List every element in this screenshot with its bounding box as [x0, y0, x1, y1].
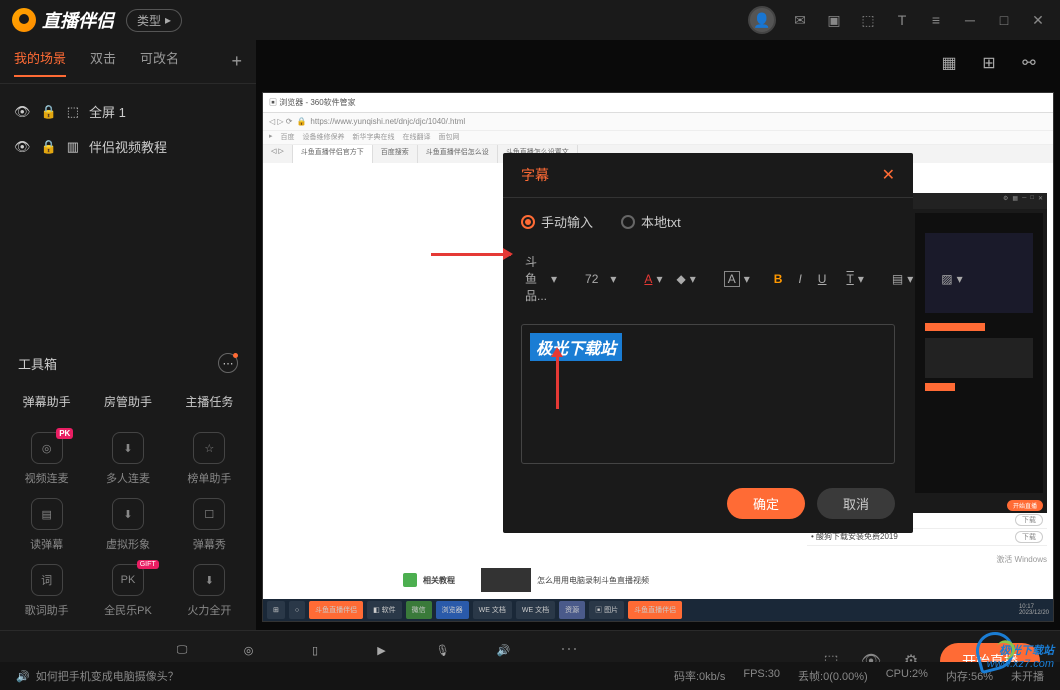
tool-danmu-assist[interactable]: 弹幕助手: [8, 389, 85, 414]
tab-my-scenes[interactable]: 我的场景: [14, 48, 66, 75]
scene-item-tutorial[interactable]: 👁🔒▥ 伴侣视频教程: [0, 129, 256, 164]
stat-drop: 丢帧:0(0.00%): [798, 668, 868, 684]
screen-icon[interactable]: ⬚: [858, 10, 878, 30]
annotation-arrow: [431, 253, 511, 256]
tab-rename: 可改名: [140, 48, 179, 75]
window-icon[interactable]: ⊞: [978, 52, 1000, 74]
italic-button[interactable]: I: [798, 272, 801, 286]
tool-room-assist[interactable]: 房管助手: [89, 389, 166, 414]
captured-taskbar: ⊞○ 斗鱼直播伴侣 ◧ 软件微信 浏览器WE 文档 WE 文档资源 ▣ 图片斗鱼…: [263, 599, 1053, 621]
close-icon[interactable]: ✕: [1028, 10, 1048, 30]
preview-area: ▦ ⊞ ⚯ ▣ 浏览器 - 360软件管家 ◁ ▷ ⟳🔒https://www.…: [256, 40, 1060, 630]
underline-button[interactable]: U: [818, 272, 827, 286]
stat-fps: FPS:30: [743, 668, 780, 684]
tool-multi-link[interactable]: ⬇多人连麦: [89, 432, 166, 486]
tool-read-danmu[interactable]: ▤读弹幕: [8, 498, 85, 552]
menu-icon[interactable]: ≡: [926, 10, 946, 30]
font-color-button[interactable]: A▾: [640, 270, 666, 288]
font-select[interactable]: 斗鱼品...▾: [521, 251, 561, 306]
tool-virtual-avatar[interactable]: ⬇虚拟形象: [89, 498, 166, 552]
bold-button[interactable]: B: [774, 272, 783, 286]
subtitle-text-input[interactable]: 极光下载站: [521, 324, 895, 464]
tool-danmu-show[interactable]: ☐弹幕秀: [171, 498, 248, 552]
app-logo: 直播伴侣: [12, 7, 114, 33]
align-button[interactable]: ▤▾: [888, 270, 917, 288]
toolbox-header: 工具箱: [18, 354, 57, 373]
text-format-toolbar: 斗鱼品...▾ 72▾ A▾ ◆▾ A▾ B I U T▾: [503, 245, 913, 312]
sidebar: 我的场景 双击 可改名 + 👁🔒⬚ 全屏 1 👁🔒▥ 伴侣视频教程 工具箱 ⋯ …: [0, 40, 256, 630]
lock-icon[interactable]: 🔒: [41, 139, 57, 155]
tool-rank-assist[interactable]: ☆榜单助手: [171, 432, 248, 486]
eye-icon[interactable]: 👁: [14, 139, 31, 155]
logo-icon: [12, 8, 36, 32]
type-button[interactable]: 类型▸: [126, 9, 182, 32]
ok-button[interactable]: 确定: [727, 488, 805, 519]
dialog-title: 字幕: [521, 165, 549, 185]
app-title: 直播伴侣: [42, 7, 114, 33]
dialog-close-button[interactable]: ✕: [882, 165, 895, 185]
status-tip[interactable]: 🔊 如何把手机变成电脑摄像头？: [16, 668, 179, 684]
status-bar: 🔊 如何把手机变成电脑摄像头？ 码率:0kb/s FPS:30 丢帧:0(0.0…: [0, 662, 1060, 690]
radio-manual-input[interactable]: 手动输入: [521, 212, 593, 231]
tool-pk[interactable]: GIFTPK全民乐PK: [89, 564, 166, 618]
stat-status: 未开播: [1011, 668, 1044, 684]
annotation-arrow-up: [556, 349, 559, 409]
subtitle-dialog: 字幕 ✕ 手动输入 本地txt 斗鱼品...▾ 72▾ A▾ ◆▾: [503, 153, 913, 533]
tool-fire-full[interactable]: ⬇火力全开: [171, 564, 248, 618]
effect-button[interactable]: ▨▾: [937, 270, 966, 288]
share-icon[interactable]: ⚯: [1018, 52, 1040, 74]
eye-icon[interactable]: 👁: [14, 104, 31, 120]
scene-item-fullscreen[interactable]: 👁🔒⬚ 全屏 1: [0, 94, 256, 129]
tool-anchor-task[interactable]: 主播任务: [171, 389, 248, 414]
watermark: 极光下载站 www.xz7.com: [987, 642, 1054, 670]
outline-button[interactable]: A▾: [720, 269, 754, 289]
radio-local-txt[interactable]: 本地txt: [621, 212, 681, 231]
minimize-icon[interactable]: ─: [960, 10, 980, 30]
add-scene-button[interactable]: +: [231, 51, 242, 72]
fill-color-button[interactable]: ◆▾: [672, 270, 699, 288]
tab-doubleclick: 双击: [90, 48, 116, 75]
text-style-button[interactable]: T▾: [842, 270, 867, 288]
cancel-button[interactable]: 取消: [817, 488, 895, 519]
mail-icon[interactable]: ✉: [790, 10, 810, 30]
tool-video-link[interactable]: PK◎视频连麦: [8, 432, 85, 486]
stat-cpu: CPU:2%: [886, 668, 928, 684]
stat-bitrate: 码率:0kb/s: [674, 668, 725, 684]
toolbox-more-button[interactable]: ⋯: [218, 353, 238, 373]
monitor-icon[interactable]: ▣: [824, 10, 844, 30]
lock-icon[interactable]: 🔒: [41, 104, 57, 120]
maximize-icon[interactable]: □: [994, 10, 1014, 30]
captured-browser: ▣ 浏览器 - 360软件管家 ◁ ▷ ⟳🔒https://www.yunqis…: [262, 92, 1054, 622]
text-icon[interactable]: T: [892, 10, 912, 30]
layout-icon[interactable]: ▦: [938, 52, 960, 74]
size-select[interactable]: 72▾: [581, 270, 620, 288]
sound-icon: 🔊: [16, 670, 30, 683]
user-avatar[interactable]: 👤: [748, 6, 776, 34]
tool-lyrics-assist[interactable]: 词歌词助手: [8, 564, 85, 618]
